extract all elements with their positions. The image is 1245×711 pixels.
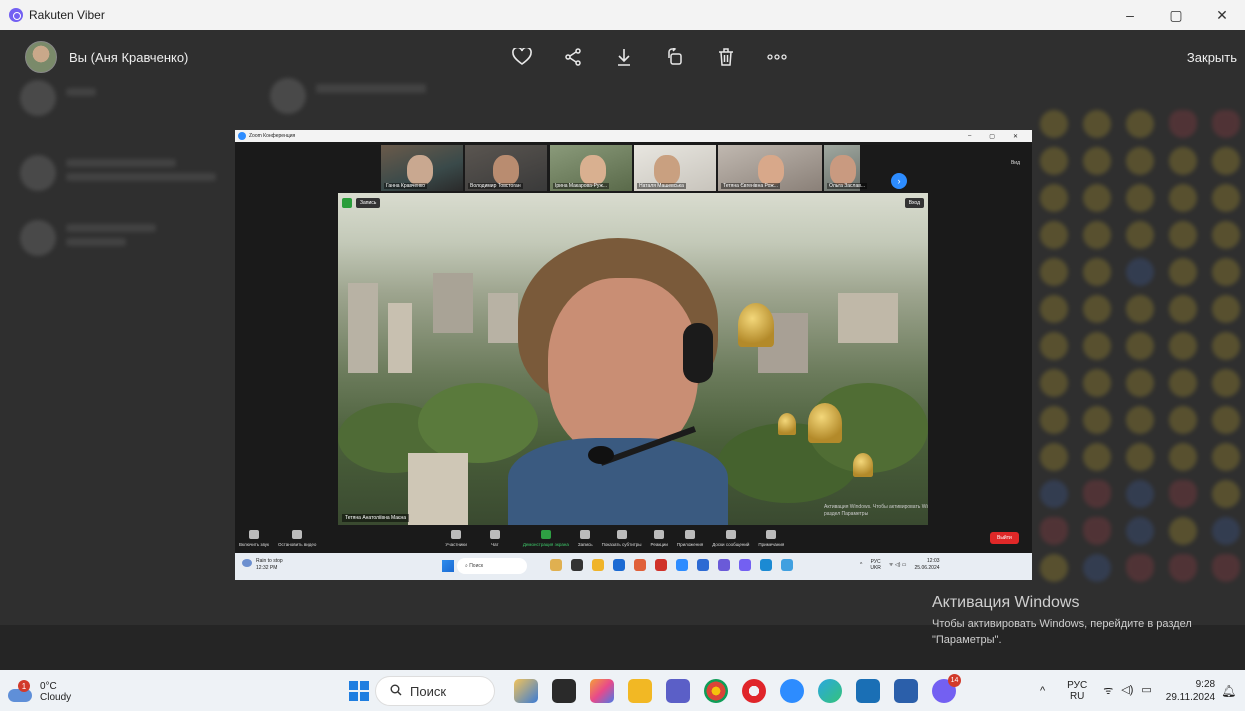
system-icons[interactable]: ᯤ ◁) ▭ [1103,683,1152,698]
share-screen-control: Демонстрация экрана [523,525,569,547]
viber-unread-badge: 14 [948,674,961,687]
taskbar-app-widgets-icon[interactable] [514,679,538,703]
zoom-title: Zoom Конференция [249,133,296,139]
record-control: Запись [578,525,593,547]
media-actions [510,30,789,84]
participant-tile: Ірина Макарова-Руж... [550,145,632,191]
trash-icon[interactable] [714,45,738,69]
wifi-icon: ᯤ [1103,685,1114,697]
sender-avatar[interactable] [25,41,57,73]
taskbar-search[interactable]: Поиск [375,676,495,706]
speaker-person [508,238,728,525]
speaker-video: Запись Вход Тетяна Анатоліївна Маєна Акт… [338,193,928,525]
chevron-up-icon[interactable]: ^ [1040,685,1045,697]
zoom-activation-watermark: Активация Windows. Чтобы активировать Wi… [824,504,928,517]
taskbar-app-word-icon[interactable] [894,679,918,703]
chat-list-blurred [0,80,230,620]
chat-header-blurred [270,78,570,118]
weather-cloud-icon: 1 [8,680,36,702]
zoom-taskbar-weather: Rain to stop 12:32 PM [242,558,283,572]
search-label: Поиск [410,683,447,699]
close-viewer-button[interactable]: Закрыть [1187,50,1237,65]
taskbar-app-explorer-icon[interactable] [628,679,652,703]
zoom-taskbar-search: ⌕ Поиск [457,558,527,574]
view-label: Вид [1010,160,1020,166]
zoom-taskbar-apps [550,559,793,571]
unmute-control: Включить звук [239,525,269,547]
share-icon[interactable] [561,45,585,69]
participant-tile: Ольга Заслав... [824,145,868,191]
window-titlebar: Rakuten Viber – ▢ ✕ [0,0,1245,30]
participant-strip: Ганна Кравченко Володимир Товстоган Ірин… [235,142,1032,194]
close-window-button[interactable]: ✕ [1199,0,1245,30]
weather-desc: Cloudy [40,692,72,703]
maximize-button[interactable]: ▢ [1153,0,1199,30]
taskbar-app-teams-icon[interactable] [666,679,690,703]
zoom-taskbar-start-icon [442,560,454,572]
clock[interactable]: 9:28 29.11.2024 [1166,678,1215,704]
captions-control: Показать субтитры [602,525,642,547]
chat-control: Чат [489,525,500,547]
media-viewer-header: Вы (Аня Кравченко) Закрыть [0,30,1245,84]
participant-tile: Володимир Товстоган [465,145,547,191]
speaker-name: Тетяна Анатоліївна Маєна [342,514,410,522]
participant-tile: Тетяна Євгенівна Рож... [718,145,822,191]
viber-logo-icon [9,8,23,22]
battery-icon: ▭ [1141,684,1152,696]
taskbar-app-task-view-icon[interactable] [552,679,576,703]
window-controls: – ▢ ✕ [1107,0,1245,30]
zoom-screenshot-taskbar: Rain to stop 12:32 PM ⌕ Поиск ^ РУС UKR ᯤ… [235,553,1032,580]
shared-image-zoom-screenshot: Zoom Конференция – ▢ ✕ Ганна Кравченко Вол… [235,130,1032,580]
reactions-control: Реакции [651,525,668,547]
windows-activation-watermark: Активация Windows Чтобы активировать Win… [932,594,1222,648]
zoom-taskbar-tray: ^ РУС UKR ᯤ ◁) ▭ 12:03 25.06.2024 [860,558,940,571]
emoji-panel-blurred [1040,110,1240,582]
windows-taskbar: 1 0°C Cloudy Поиск 14 ^ РУС RU ᯤ ◁) ▭ 9:… [0,670,1245,711]
weather-widget[interactable]: 1 0°C Cloudy [8,680,72,703]
taskbar-app-opera-icon[interactable] [742,679,766,703]
minimize-button[interactable]: – [1107,0,1153,30]
headset-icon [683,323,713,383]
taskbar-app-chrome-icon[interactable] [704,679,728,703]
rotate-icon[interactable] [663,45,687,69]
apps-control: Приложения [677,525,703,547]
activation-title: Активация Windows [932,594,1080,611]
zoom-controls: Включить звук Остановить видео Участники… [235,525,1032,552]
weather-temp: 0°C [40,681,57,692]
notes-control: Примечания [758,525,784,547]
taskbar-app-photos-icon[interactable] [590,679,614,703]
system-tray: ^ РУС RU ᯤ ◁) ▭ 9:28 29.11.2024 🔔︎ [1040,670,1236,711]
weather-badge: 1 [18,680,30,692]
participants-control: Участники [445,525,467,547]
taskbar-apps: 14 [514,674,961,703]
window-title: Rakuten Viber [29,8,105,22]
whiteboards-control: Доски сообщений [712,525,749,547]
zoom-titlebar: Zoom Конференция – ▢ ✕ [235,130,1032,142]
next-page-icon: › [891,173,907,189]
activation-text: Чтобы активировать Windows, перейдите в … [932,618,1192,646]
language-indicator[interactable]: РУС RU [1067,680,1087,702]
zoom-leave-label: Выйти [990,532,1019,544]
enter-label: Вход [904,198,924,208]
participant-tile: Ганна Кравченко [381,145,463,191]
sender-name: Вы (Аня Кравченко) [69,49,189,65]
zoom-window-controls: – ▢ ✕ [967,132,1018,140]
search-icon [390,684,402,699]
more-icon[interactable] [765,45,789,69]
participant-tile: Наталя Машевська [634,145,716,191]
heart-icon[interactable] [510,45,534,69]
recording-indicator: Запись [342,198,381,208]
windows-start-button[interactable] [349,681,369,701]
stop-video-control: Остановить видео [278,525,316,547]
download-icon[interactable] [612,45,636,69]
taskbar-app-store-icon[interactable] [856,679,880,703]
taskbar-app-zoom-icon[interactable] [780,679,804,703]
taskbar-app-edge-icon[interactable] [818,679,842,703]
notification-bell-icon[interactable]: 🔔︎ [1221,684,1236,698]
volume-icon: ◁) [1121,684,1134,696]
taskbar-app-viber-icon[interactable]: 14 [932,674,961,703]
